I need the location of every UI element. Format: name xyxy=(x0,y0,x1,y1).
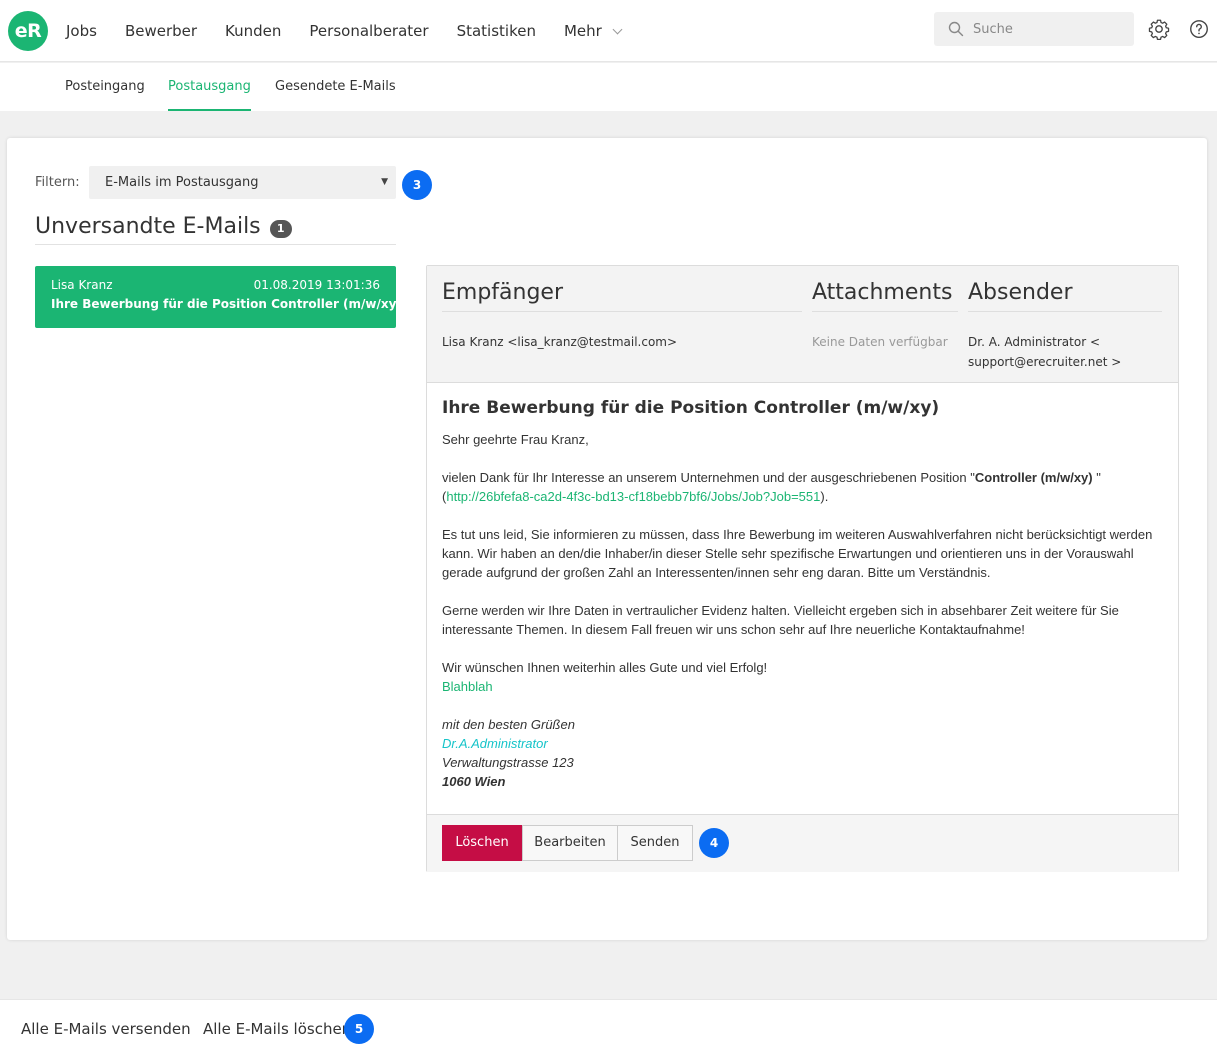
sig-city: 1060 Wien xyxy=(442,774,506,789)
list-item[interactable]: Lisa Kranz 01.08.2019 13:01:36 Ihre Bewe… xyxy=(35,266,402,328)
nav-item-personalberater[interactable]: Personalberater xyxy=(309,22,428,40)
chevron-down-icon xyxy=(612,24,623,34)
sig-regards: mit den besten Grüßen xyxy=(442,717,575,732)
delete-button[interactable]: Löschen xyxy=(442,825,522,861)
send-button[interactable]: Senden xyxy=(617,825,693,861)
p4-text: Wir wünschen Ihnen weiterhin alles Gute … xyxy=(442,660,768,675)
top-navbar: eR Jobs Bewerber Kunden Personalberater … xyxy=(0,0,1217,62)
nav-item-jobs[interactable]: Jobs xyxy=(66,22,97,40)
sender-value: Dr. A. Administrator < support@erecruite… xyxy=(968,332,1121,372)
attachments-value: Keine Daten verfügbar xyxy=(812,335,948,349)
nav-item-statistiken[interactable]: Statistiken xyxy=(457,22,536,40)
search-input[interactable] xyxy=(973,21,1123,37)
mail-actions: Löschen Bearbeiten Senden 4 xyxy=(427,814,1178,872)
callout-badge: 3 xyxy=(402,170,432,200)
mail-paragraph-4: Wir wünschen Ihnen weiterhin alles Gute … xyxy=(442,658,1162,696)
outbox-card: Filtern: E-Mails im Postausgang ▼ 3 Unve… xyxy=(7,138,1207,940)
mail-signature: mit den besten Grüßen Dr.A.Administrator… xyxy=(442,715,1162,791)
tab-gesendete-emails[interactable]: Gesendete E-Mails xyxy=(275,63,396,111)
recipient-heading: Empfänger xyxy=(442,280,802,312)
sender-line-1: Dr. A. Administrator < xyxy=(968,335,1100,349)
p1-text: vielen Dank für Ihr Interesse an unserem… xyxy=(442,470,975,485)
attachments-heading: Attachments xyxy=(812,280,958,312)
recipient-value: Lisa Kranz <lisa_kranz@testmail.com> xyxy=(442,335,678,349)
nav-item-kunden[interactable]: Kunden xyxy=(225,22,281,40)
mail-date: 01.08.2019 13:01:36 xyxy=(253,278,380,292)
tab-postausgang[interactable]: Postausgang xyxy=(168,63,251,111)
callout-badge: 4 xyxy=(699,828,729,858)
p1-paren-close: ). xyxy=(820,489,829,504)
mail-body: Ihre Bewerbung für die Position Controll… xyxy=(442,398,1162,810)
filter-label: Filtern: xyxy=(35,175,80,190)
job-link[interactable]: http://26bfefa8-ca2d-4f3c-bd13-cf18bebb7… xyxy=(446,489,820,504)
nav-item-bewerber[interactable]: Bewerber xyxy=(125,22,197,40)
logo[interactable]: eR xyxy=(8,11,48,51)
mail-subnav: Posteingang Postausgang Gesendete E-Mail… xyxy=(0,63,1217,111)
mail-paragraph-2: Es tut uns leid, Sie informieren zu müss… xyxy=(442,527,1153,580)
p1-position: Controller (m/w/xy) xyxy=(974,470,1093,485)
mail-detail-panel: Empfänger Attachments Absender Lisa Kran… xyxy=(426,265,1179,872)
mail-greeting: Sehr geehrte Frau Kranz, xyxy=(442,432,589,447)
tab-posteingang[interactable]: Posteingang xyxy=(65,63,145,111)
p1-quote: " xyxy=(1092,470,1101,485)
sig-street: Verwaltungstrasse 123 xyxy=(442,755,574,770)
filter-selected-value: E-Mails im Postausgang xyxy=(105,175,259,190)
sender-heading: Absender xyxy=(968,280,1162,312)
nav-item-mehr[interactable]: Mehr xyxy=(563,22,623,40)
delete-all-button[interactable]: Alle E-Mails löschen xyxy=(203,1020,351,1038)
mail-detail-header: Empfänger Attachments Absender Lisa Kran… xyxy=(427,266,1178,383)
search-box[interactable] xyxy=(934,12,1134,46)
send-all-button[interactable]: Alle E-Mails versenden xyxy=(21,1020,191,1038)
nav-more-label: Mehr xyxy=(563,22,602,40)
count-badge: 1 xyxy=(269,220,292,238)
sender-line-2: support@erecruiter.net > xyxy=(968,355,1122,369)
gear-icon[interactable] xyxy=(1148,18,1170,40)
help-circle-icon[interactable] xyxy=(1188,18,1210,40)
mail-paragraph-1: vielen Dank für Ihr Interesse an unserem… xyxy=(442,468,1162,506)
section-title: Unversandte E-Mails 1 xyxy=(35,214,396,245)
edit-button[interactable]: Bearbeiten xyxy=(522,825,618,861)
section-title-text: Unversandte E-Mails xyxy=(35,214,261,239)
sig-name: Dr.A.Administrator xyxy=(442,736,548,751)
main-nav: Jobs Bewerber Kunden Personalberater Sta… xyxy=(66,0,649,62)
callout-badge: 5 xyxy=(344,1014,374,1044)
bottom-action-bar: Alle E-Mails versenden Alle E-Mails lösc… xyxy=(0,999,1217,1051)
mail-subject-heading: Ihre Bewerbung für die Position Controll… xyxy=(442,398,940,418)
mail-paragraph-3: Gerne werden wir Ihre Daten in vertrauli… xyxy=(442,603,1119,637)
search-icon xyxy=(948,21,964,37)
mail-recipient-name: Lisa Kranz xyxy=(51,278,113,292)
p4-green-text: Blahblah xyxy=(442,679,493,694)
filter-select[interactable]: E-Mails im Postausgang ▼ xyxy=(89,166,396,199)
caret-down-icon: ▼ xyxy=(381,177,388,187)
mail-subject: Ihre Bewerbung für die Position Controll… xyxy=(51,297,402,311)
